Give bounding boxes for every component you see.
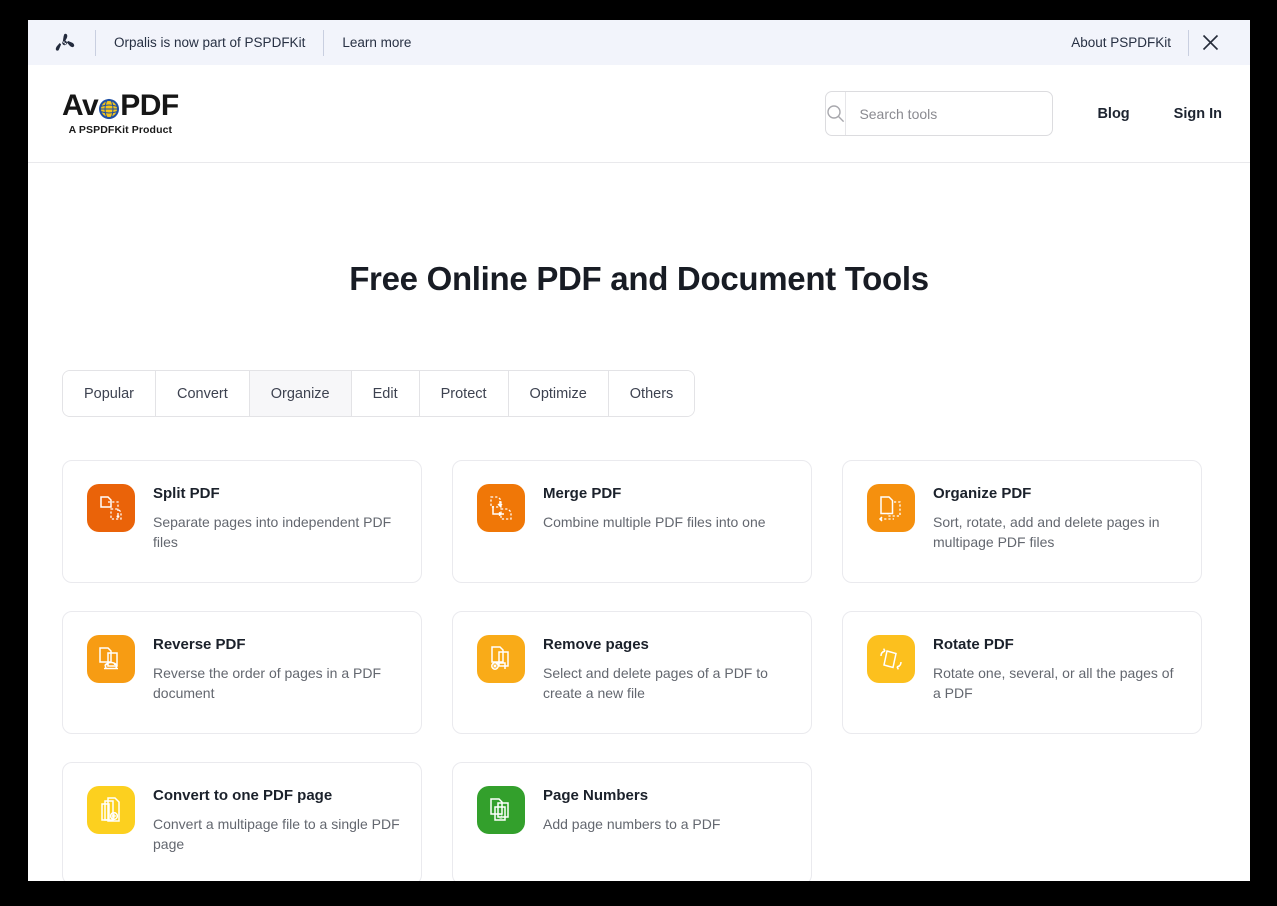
tool-description: Reverse the order of pages in a PDF docu…	[153, 664, 382, 702]
rotate-pdf-icon	[867, 635, 915, 683]
tool-card[interactable]: Split PDF Separate pages into independent…	[62, 460, 422, 583]
brand-wordmark: Av PDF	[62, 91, 179, 121]
pspdfkit-propeller-icon	[53, 31, 77, 55]
nav-link-blog[interactable]: Blog	[1097, 106, 1129, 122]
search-box[interactable]	[825, 91, 1054, 136]
tool-title: Merge PDF	[543, 485, 622, 502]
tab-convert[interactable]: Convert	[155, 371, 250, 416]
tool-card[interactable]: Convert to one PDF page Convert a multipa…	[62, 762, 422, 881]
tab-popular[interactable]: Popular	[63, 371, 156, 416]
merge-pdf-icon	[477, 484, 525, 532]
promo-left-group: Orpalis is now part of PSPDFKit Learn mo…	[53, 29, 429, 56]
avepdf-logo[interactable]: Av PDF A PSPDFKit Product	[62, 91, 179, 137]
globe-icon	[98, 96, 120, 120]
tool-description: Add page numbers to a PDF	[543, 815, 721, 832]
tab-organize[interactable]: Organize	[249, 371, 352, 416]
organize-pdf-icon	[867, 484, 915, 532]
tool-card[interactable]: Reverse PDF Reverse the order of pages in…	[62, 611, 422, 734]
brand-text-after: PDF	[120, 89, 179, 122]
tab-optimize[interactable]: Optimize	[508, 371, 609, 416]
tool-title: Convert to one PDF page	[153, 787, 333, 804]
tool-card[interactable]: Rotate PDF Rotate one, several, or all th…	[842, 611, 1202, 734]
tool-description: Sort, rotate, add and delete pages in mu…	[933, 513, 1160, 551]
tool-text-group: Organize PDF Sort, rotate, add and delete…	[933, 484, 1181, 553]
tool-text-group: Rotate PDF Rotate one, several, or all th…	[933, 635, 1181, 704]
brand-text-before: Av	[62, 89, 99, 122]
tool-card[interactable]: Remove pages Select and delete pages of a…	[452, 611, 812, 734]
search-icon[interactable]	[826, 92, 847, 135]
tool-description: Separate pages into independent PDF file…	[153, 513, 392, 551]
tool-text-group: Page Numbers Add page numbers to a PDF	[543, 786, 720, 834]
tool-card[interactable]: Organize PDF Sort, rotate, add and delete…	[842, 460, 1202, 583]
search-input[interactable]	[846, 92, 1053, 135]
promo-banner: Orpalis is now part of PSPDFKit Learn mo…	[28, 20, 1250, 65]
close-icon[interactable]	[1192, 25, 1228, 61]
page-numbers-icon: 2	[477, 786, 525, 834]
tool-category-tabs: Popular Convert Organize Edit Protect Optimiz…	[62, 370, 696, 417]
browser-viewport: Orpalis is now part of PSPDFKit Learn mo…	[28, 20, 1250, 881]
split-pdf-icon	[87, 484, 135, 532]
tool-text-group: Convert to one PDF page Convert a multipa…	[153, 786, 401, 855]
tools-grid: Split PDF Separate pages into independent…	[62, 460, 1216, 881]
tool-title: Rotate PDF	[933, 636, 1014, 653]
tab-others[interactable]: Others	[608, 371, 695, 416]
main-content: Free Online PDF and Document Tools Popul…	[28, 260, 1250, 881]
promo-right-group: About PSPDFKit	[1071, 25, 1228, 61]
tool-card[interactable]: Merge PDF Combine multiple PDF files into…	[452, 460, 812, 583]
tool-description: Rotate one, several, or all the pages of…	[933, 664, 1174, 702]
tab-protect[interactable]: Protect	[419, 371, 509, 416]
site-header: Av PDF A PSPDFKit Product Search tools B…	[28, 65, 1250, 163]
tool-description: Select and delete pages of a PDF to crea…	[543, 664, 768, 702]
remove-pages-icon	[477, 635, 525, 683]
tool-title: Remove pages	[543, 636, 649, 653]
nav-link-sign-in[interactable]: Sign In	[1174, 106, 1222, 122]
header-right-group: Blog Sign In	[825, 91, 1222, 136]
tool-title: Split PDF	[153, 485, 220, 502]
tool-text-group: Split PDF Separate pages into independent…	[153, 484, 401, 553]
convert-one-page-icon	[87, 786, 135, 834]
tool-card[interactable]: 2 Page Numbers Add page numbers to a PDF	[452, 762, 812, 881]
tool-title: Reverse PDF	[153, 636, 246, 653]
tool-text-group: Merge PDF Combine multiple PDF files into…	[543, 484, 766, 532]
tool-description: Convert a multipage file to a single PDF…	[153, 815, 400, 853]
brand-tagline: A PSPDFKit Product	[68, 124, 173, 136]
tool-description: Combine multiple PDF files into one	[543, 513, 766, 530]
page-title: Free Online PDF and Document Tools	[349, 260, 929, 297]
tool-title: Page Numbers	[543, 787, 649, 804]
tool-text-group: Remove pages Select and delete pages of a…	[543, 635, 791, 704]
tool-text-group: Reverse PDF Reverse the order of pages in…	[153, 635, 401, 704]
learn-more-link[interactable]: Learn more	[324, 35, 429, 50]
banner-divider-close	[1188, 29, 1189, 56]
tab-edit[interactable]: Edit	[351, 371, 420, 416]
reverse-pdf-icon	[87, 635, 135, 683]
tool-title: Organize PDF	[933, 485, 1032, 502]
about-pspdfkit-link[interactable]: About PSPDFKit	[1071, 35, 1188, 50]
promo-message: Orpalis is now part of PSPDFKit	[114, 35, 306, 50]
